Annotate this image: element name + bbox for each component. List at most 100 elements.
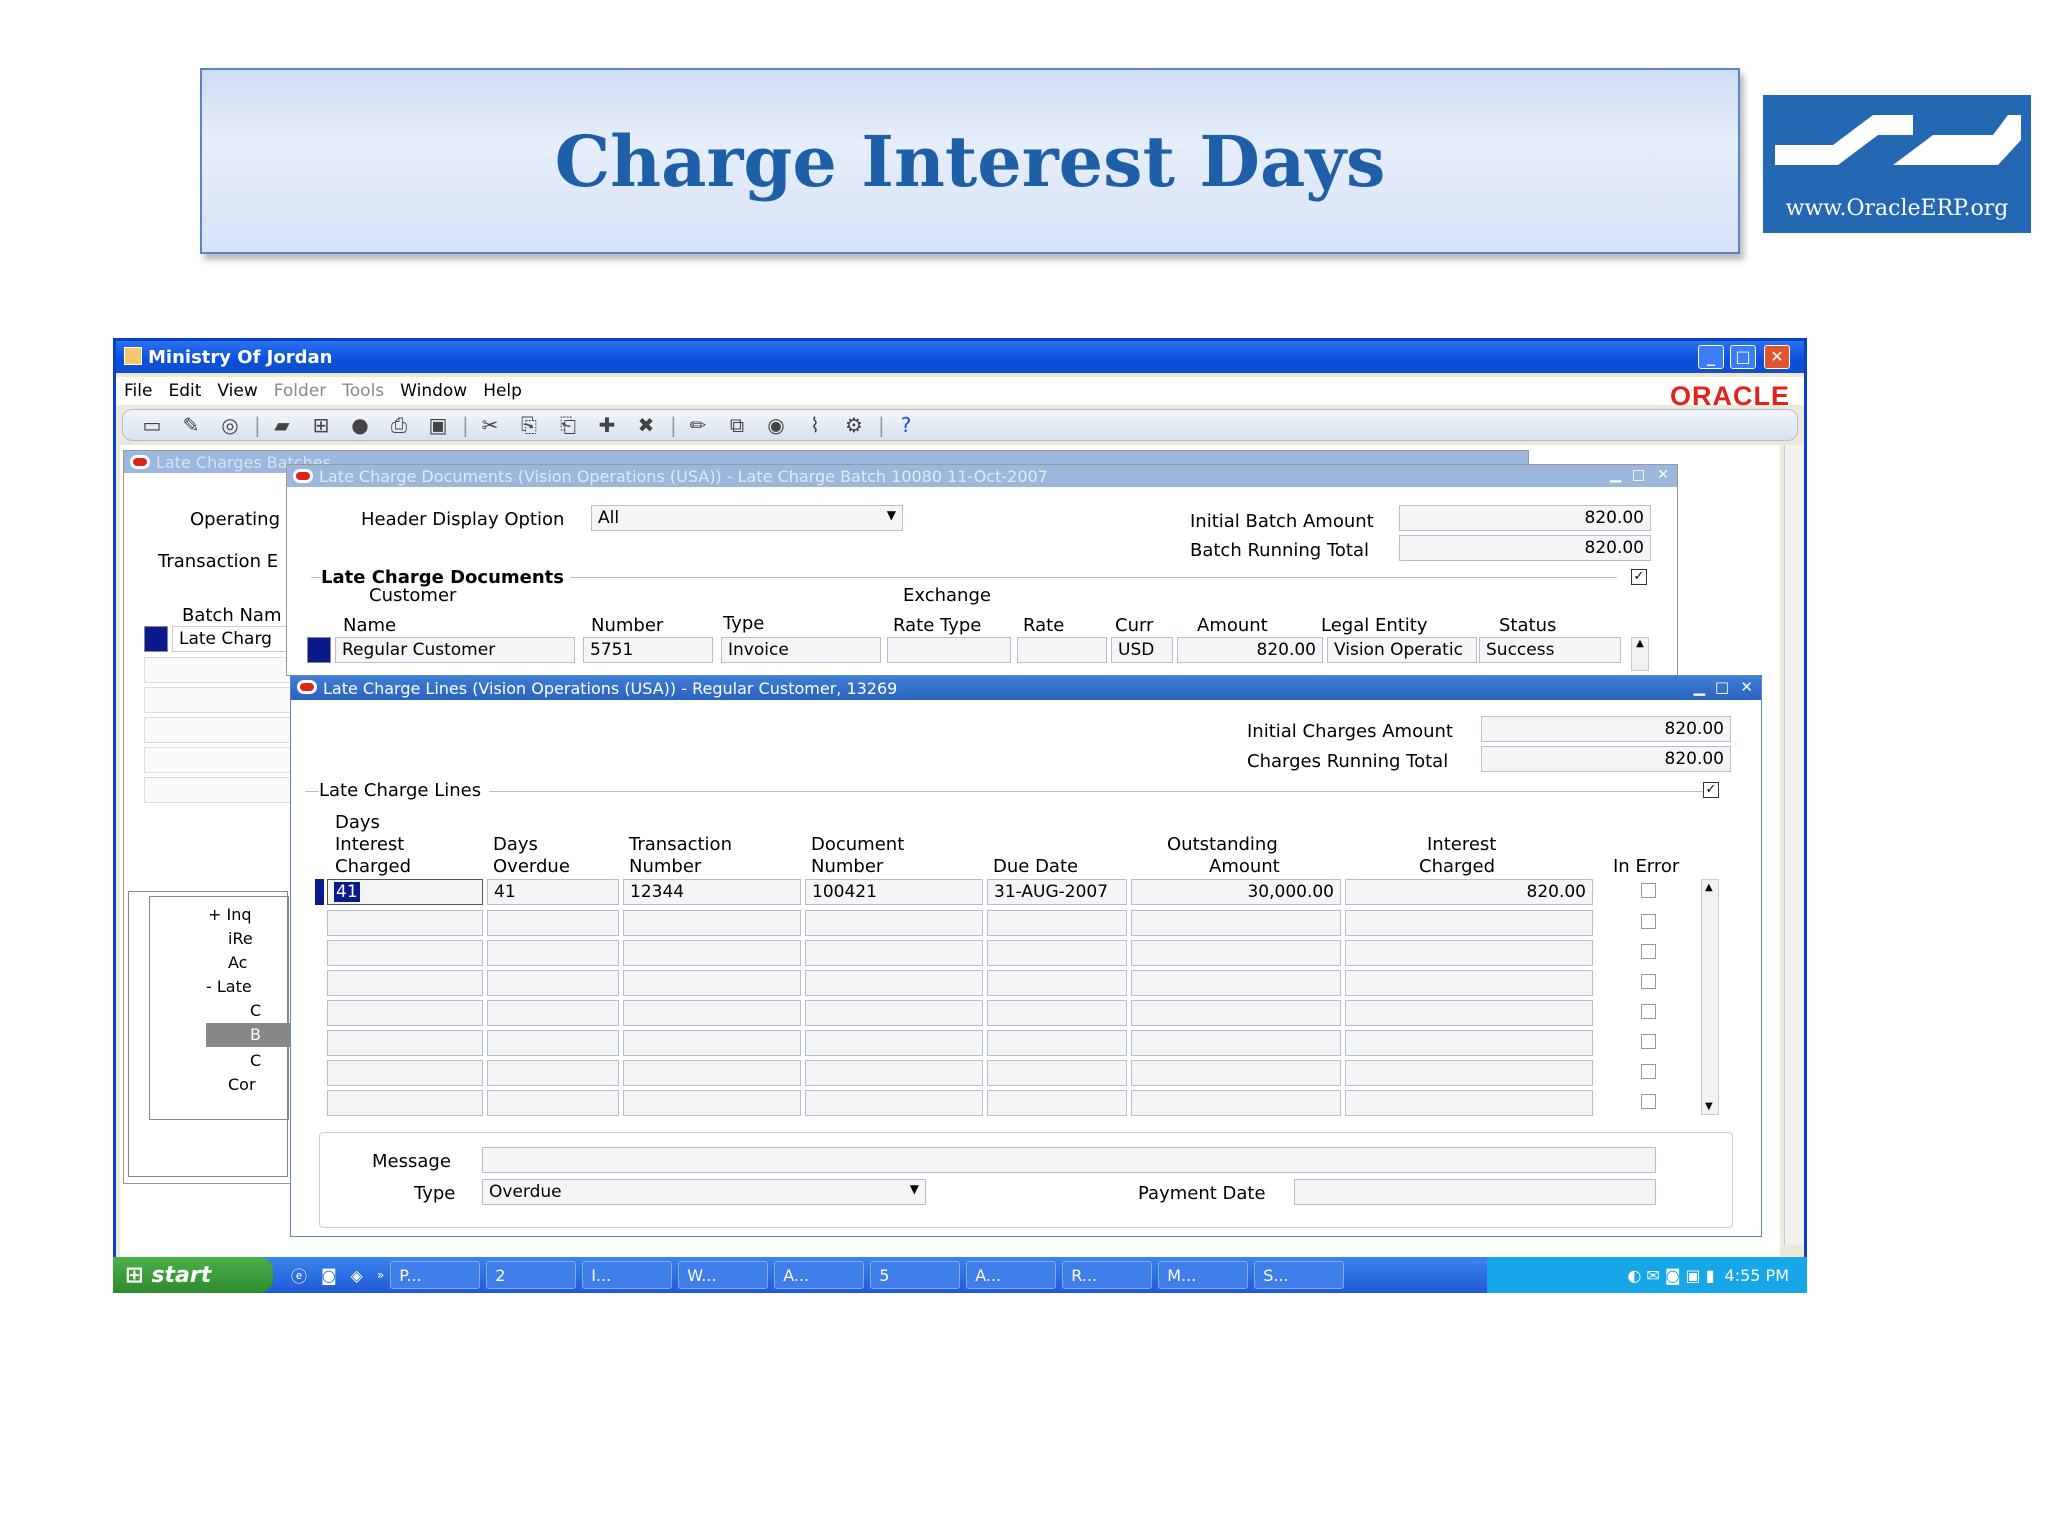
zoom-icon[interactable]: ◎ bbox=[215, 413, 245, 437]
doc-amount-field[interactable]: 820.00 bbox=[1177, 637, 1323, 663]
doc-rate-field[interactable] bbox=[1017, 637, 1107, 663]
copy-icon[interactable]: ⎘ bbox=[514, 413, 544, 437]
days-interest-charged-field[interactable]: 41 bbox=[327, 879, 483, 905]
batch-empty-row[interactable] bbox=[144, 747, 292, 773]
empty-cell[interactable] bbox=[623, 940, 801, 966]
empty-cell[interactable] bbox=[1345, 1030, 1593, 1056]
empty-cell[interactable] bbox=[487, 910, 619, 936]
empty-cell[interactable] bbox=[1345, 910, 1593, 936]
empty-cell[interactable] bbox=[1131, 940, 1341, 966]
taskbar-item[interactable]: 5 bbox=[870, 1261, 961, 1289]
empty-cell[interactable] bbox=[805, 910, 983, 936]
empty-cell[interactable] bbox=[327, 910, 483, 936]
batch-empty-row[interactable] bbox=[144, 717, 292, 743]
in-error-checkbox[interactable] bbox=[1641, 974, 1656, 989]
taskbar-item[interactable]: W... bbox=[678, 1261, 769, 1289]
empty-cell[interactable] bbox=[327, 1000, 483, 1026]
empty-cell[interactable] bbox=[623, 1060, 801, 1086]
empty-cell[interactable] bbox=[327, 1060, 483, 1086]
empty-cell[interactable] bbox=[623, 970, 801, 996]
workarea-scrollbar[interactable] bbox=[1784, 445, 1804, 1245]
taskbar-item[interactable]: R... bbox=[1062, 1261, 1153, 1289]
line-row-indicator[interactable] bbox=[315, 879, 324, 905]
attachments-icon[interactable]: ⌇ bbox=[800, 413, 830, 437]
empty-cell[interactable] bbox=[987, 1030, 1127, 1056]
documents-close-icon[interactable]: ✕ bbox=[1657, 467, 1669, 483]
navigator-icon[interactable]: ✎ bbox=[176, 413, 206, 437]
empty-cell[interactable] bbox=[487, 970, 619, 996]
empty-cell[interactable] bbox=[805, 1060, 983, 1086]
empty-cell[interactable] bbox=[327, 1030, 483, 1056]
batch-empty-row[interactable] bbox=[144, 657, 292, 683]
empty-cell[interactable] bbox=[487, 1060, 619, 1086]
empty-cell[interactable] bbox=[987, 1000, 1127, 1026]
doc-rate-type-field[interactable] bbox=[887, 637, 1011, 663]
next-step-icon[interactable]: ● bbox=[345, 413, 375, 437]
empty-cell[interactable] bbox=[987, 1090, 1127, 1116]
doc-legal-entity-field[interactable]: Vision Operatic bbox=[1327, 637, 1477, 663]
empty-cell[interactable] bbox=[1345, 940, 1593, 966]
help-icon[interactable]: ? bbox=[891, 413, 921, 437]
menu-help[interactable]: Help bbox=[475, 381, 530, 401]
batch-name-field[interactable]: Late Charg bbox=[172, 626, 292, 652]
empty-cell[interactable] bbox=[623, 1030, 801, 1056]
empty-cell[interactable] bbox=[327, 970, 483, 996]
taskbar-item[interactable]: A... bbox=[774, 1261, 865, 1289]
empty-cell[interactable] bbox=[1345, 1090, 1593, 1116]
in-error-checkbox[interactable] bbox=[1641, 944, 1656, 959]
cut-icon[interactable]: ✂ bbox=[475, 413, 505, 437]
message-field[interactable] bbox=[482, 1147, 1656, 1173]
empty-cell[interactable] bbox=[623, 1000, 801, 1026]
empty-cell[interactable] bbox=[805, 940, 983, 966]
in-error-checkbox[interactable] bbox=[1641, 1094, 1656, 1109]
empty-cell[interactable] bbox=[805, 1030, 983, 1056]
doc-name-field[interactable]: Regular Customer bbox=[335, 637, 575, 663]
tree-item[interactable]: + Inq bbox=[208, 905, 252, 924]
batch-row-indicator[interactable] bbox=[144, 626, 168, 652]
payment-date-field[interactable] bbox=[1294, 1179, 1656, 1205]
taskbar-item[interactable]: 2 bbox=[486, 1261, 577, 1289]
empty-cell[interactable] bbox=[487, 940, 619, 966]
translations-icon[interactable]: ◉ bbox=[761, 413, 791, 437]
document-number-field[interactable]: 100421 bbox=[805, 879, 983, 905]
empty-cell[interactable] bbox=[487, 1090, 619, 1116]
in-error-checkbox[interactable] bbox=[1641, 914, 1656, 929]
empty-cell[interactable] bbox=[805, 1090, 983, 1116]
tree-item[interactable]: - Late bbox=[206, 977, 252, 996]
empty-cell[interactable] bbox=[805, 970, 983, 996]
empty-cell[interactable] bbox=[327, 940, 483, 966]
empty-cell[interactable] bbox=[1131, 970, 1341, 996]
empty-cell[interactable] bbox=[1131, 1060, 1341, 1086]
delete-record-icon[interactable]: ✖ bbox=[631, 413, 661, 437]
start-button[interactable]: ⊞ start bbox=[113, 1257, 273, 1293]
empty-cell[interactable] bbox=[623, 1090, 801, 1116]
empty-cell[interactable] bbox=[1345, 970, 1593, 996]
batch-empty-row[interactable] bbox=[144, 777, 292, 803]
doc-curr-field[interactable]: USD bbox=[1111, 637, 1173, 663]
header-display-option-select[interactable]: All ▼ bbox=[591, 505, 903, 531]
documents-scroll-up-icon[interactable]: ▲ bbox=[1631, 637, 1649, 671]
taskbar-item[interactable]: S... bbox=[1254, 1261, 1345, 1289]
new-icon[interactable]: ▭ bbox=[137, 413, 167, 437]
empty-cell[interactable] bbox=[1345, 1000, 1593, 1026]
batch-running-total-field[interactable]: 820.00 bbox=[1399, 535, 1651, 561]
empty-cell[interactable] bbox=[623, 910, 801, 936]
type-select[interactable]: Overdue ▼ bbox=[482, 1179, 926, 1205]
empty-cell[interactable] bbox=[987, 970, 1127, 996]
empty-cell[interactable] bbox=[487, 1000, 619, 1026]
days-overdue-field[interactable]: 41 bbox=[487, 879, 619, 905]
save-icon[interactable]: ⊞ bbox=[306, 413, 336, 437]
new-record-icon[interactable]: ✚ bbox=[592, 413, 622, 437]
documents-folder-checkbox[interactable]: ✓ bbox=[1631, 569, 1647, 585]
in-error-checkbox[interactable] bbox=[1641, 883, 1656, 898]
minimize-button[interactable]: _ bbox=[1698, 345, 1724, 369]
menu-file[interactable]: File bbox=[116, 381, 160, 401]
in-error-checkbox[interactable] bbox=[1641, 1004, 1656, 1019]
close-form-icon[interactable]: ▣ bbox=[423, 413, 453, 437]
tray-icons[interactable]: ◐ ✉ ◙ ▣ ▮ bbox=[1627, 1266, 1714, 1285]
transaction-number-field[interactable]: 12344 bbox=[623, 879, 801, 905]
lines-scrollbar[interactable]: ▲ ▼ bbox=[1701, 879, 1719, 1115]
edit-field-icon[interactable]: ✏ bbox=[683, 413, 713, 437]
more-quicklaunch-icon[interactable]: » bbox=[377, 1268, 384, 1282]
empty-cell[interactable] bbox=[987, 1060, 1127, 1086]
